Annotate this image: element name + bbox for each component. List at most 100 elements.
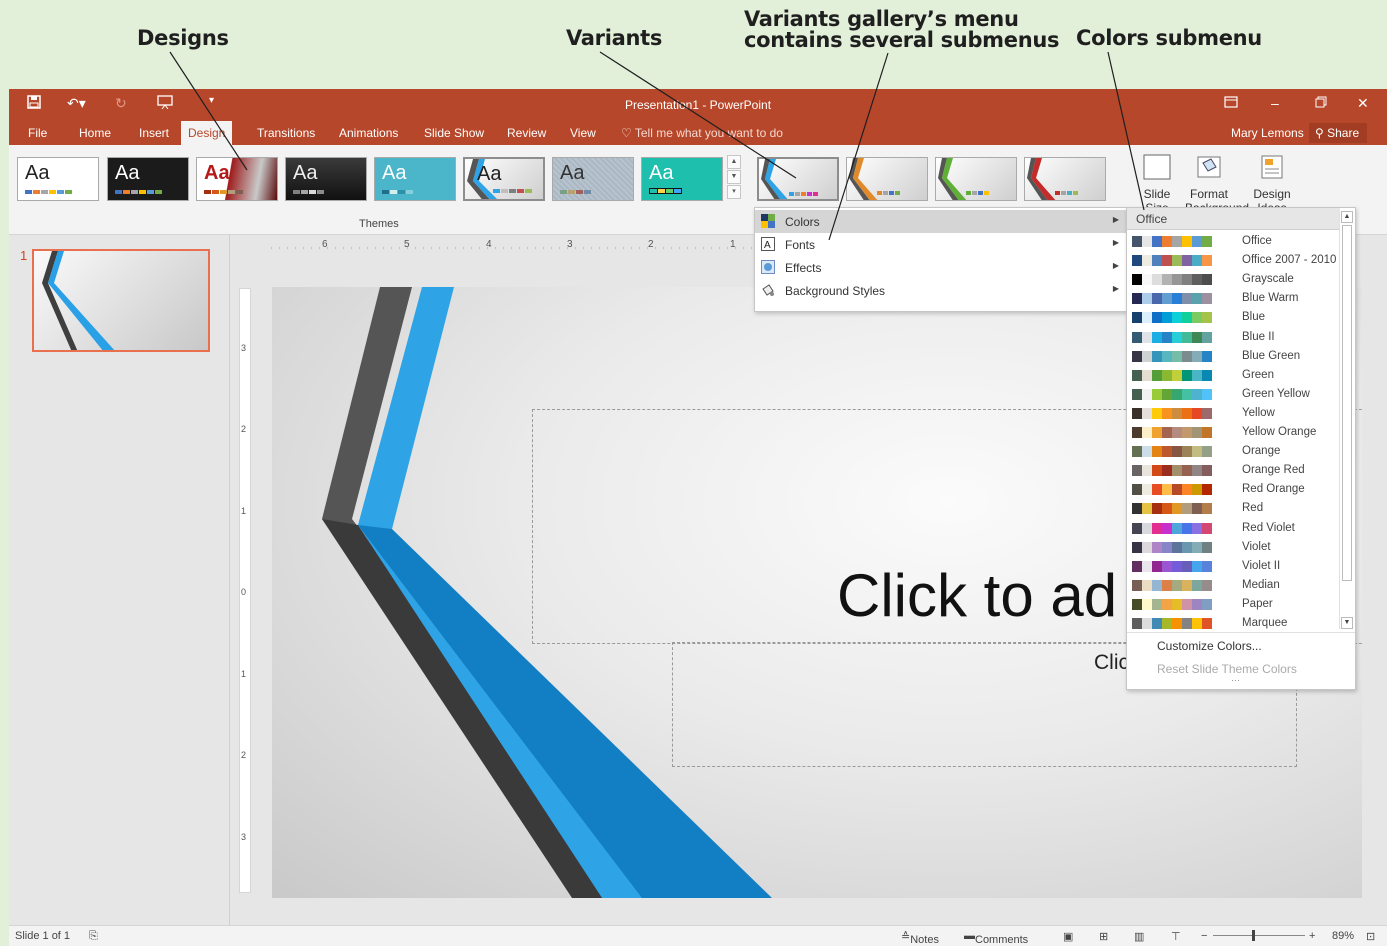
- fit-to-window-icon[interactable]: ⊡: [1366, 930, 1375, 943]
- theme-thumb-charcoal[interactable]: Aa: [285, 157, 367, 201]
- design-ideas-button[interactable]: Design Ideas: [1247, 153, 1297, 215]
- color-scheme-item[interactable]: Grayscale: [1132, 270, 1337, 289]
- color-swatch: [1142, 369, 1152, 381]
- tab-file[interactable]: File: [21, 121, 54, 145]
- color-scheme-item[interactable]: Blue Green: [1132, 347, 1337, 366]
- tab-design[interactable]: Design: [181, 121, 233, 145]
- zoom-slider[interactable]: [1213, 935, 1305, 936]
- user-name[interactable]: Mary Lemons: [1231, 121, 1304, 145]
- zoom-out-icon[interactable]: −: [1201, 930, 1207, 942]
- color-swatch: [1142, 236, 1152, 247]
- share-button[interactable]: ⚲ Share: [1309, 123, 1367, 143]
- themes-scroll-down-icon[interactable]: ▼: [727, 170, 741, 184]
- format-background-button[interactable]: Format Background: [1185, 153, 1249, 215]
- color-scheme-item[interactable]: Red: [1132, 499, 1337, 518]
- variant-thumb-3[interactable]: [935, 157, 1017, 201]
- slide-size-button[interactable]: Slide Size: [1141, 153, 1173, 215]
- theme-thumb-dark[interactable]: Aa: [107, 157, 189, 201]
- color-swatch: [1152, 598, 1162, 610]
- color-swatch: [1202, 541, 1212, 553]
- color-scheme-item[interactable]: Blue II: [1132, 328, 1337, 347]
- color-scheme-item[interactable]: Blue Warm: [1132, 289, 1337, 308]
- color-swatch-strip: [1132, 465, 1212, 477]
- color-scheme-item[interactable]: Violet II: [1132, 557, 1337, 576]
- color-swatch: [1182, 446, 1192, 458]
- color-swatch: [1192, 427, 1202, 438]
- color-swatch: [1162, 560, 1172, 572]
- tab-review[interactable]: Review: [500, 121, 553, 145]
- restore-icon[interactable]: [1315, 95, 1327, 111]
- color-scheme-item[interactable]: Office 2007 - 2010: [1132, 251, 1337, 270]
- ruler-number: 3: [241, 343, 247, 353]
- color-scheme-item[interactable]: Red Violet: [1132, 519, 1337, 538]
- color-scheme-item[interactable]: Red Orange: [1132, 480, 1337, 499]
- theme-thumb-turquoise[interactable]: Aa: [641, 157, 723, 201]
- tab-view[interactable]: View: [563, 121, 603, 145]
- themes-more-icon[interactable]: ▾: [727, 185, 741, 199]
- menu-item-effects[interactable]: Effects ▶: [755, 256, 1126, 279]
- ribbon-display-options-icon[interactable]: [1224, 95, 1238, 111]
- menu-item-label: Effects: [785, 261, 822, 275]
- scroll-up-icon[interactable]: ▲: [1341, 211, 1353, 223]
- theme-thumb-teal[interactable]: Aa: [374, 157, 456, 201]
- variant-thumb-4[interactable]: [1024, 157, 1106, 201]
- color-scheme-item[interactable]: Orange: [1132, 442, 1337, 461]
- slide-sorter-icon[interactable]: ⊞: [1099, 930, 1108, 943]
- color-swatch: [1172, 560, 1182, 572]
- color-scheme-item[interactable]: Green Yellow: [1132, 385, 1337, 404]
- color-swatch: [1172, 407, 1182, 419]
- comments-button[interactable]: ▬ Comments: [964, 930, 1028, 946]
- slideshow-view-icon[interactable]: ⊤: [1171, 930, 1181, 943]
- slide-thumbnail[interactable]: [32, 249, 210, 352]
- menu-item-fonts[interactable]: A Fonts ▶: [755, 233, 1126, 256]
- customize-colors-item[interactable]: Customize Colors...: [1157, 639, 1262, 653]
- color-scheme-item[interactable]: Green: [1132, 366, 1337, 385]
- color-scheme-name: Yellow: [1242, 406, 1275, 419]
- color-scheme-item[interactable]: Yellow Orange: [1132, 423, 1337, 442]
- color-scheme-item[interactable]: Marquee: [1132, 614, 1337, 633]
- color-swatch: [1162, 369, 1172, 381]
- color-scheme-item[interactable]: Median: [1132, 576, 1337, 595]
- resize-grip-icon[interactable]: ⋯: [1231, 675, 1240, 686]
- tab-slide-show[interactable]: Slide Show: [417, 121, 491, 145]
- color-scheme-item[interactable]: Yellow: [1132, 404, 1337, 423]
- scroll-down-icon[interactable]: ▼: [1341, 617, 1353, 629]
- theme-thumb-texture[interactable]: Aa: [552, 157, 634, 201]
- color-swatch: [1152, 331, 1162, 343]
- variant-thumb-2[interactable]: [846, 157, 928, 201]
- color-scheme-item[interactable]: Blue: [1132, 308, 1337, 327]
- color-swatch-strip: [1132, 579, 1212, 591]
- color-scheme-name: Blue: [1242, 311, 1266, 324]
- minimize-icon[interactable]: –: [1271, 95, 1279, 111]
- color-swatch: [1182, 274, 1192, 286]
- reading-view-icon[interactable]: ▥: [1134, 930, 1144, 943]
- notes-button[interactable]: ≙ Notes: [901, 930, 939, 946]
- colors-submenu-scrollbar[interactable]: ▲ ▼: [1339, 211, 1353, 629]
- tab-home[interactable]: Home: [72, 121, 118, 145]
- tab-transitions[interactable]: Transitions: [250, 121, 322, 145]
- color-scheme-item[interactable]: Violet: [1132, 538, 1337, 557]
- spelling-icon[interactable]: ⎘: [89, 930, 98, 943]
- close-icon[interactable]: ✕: [1357, 95, 1369, 112]
- menu-item-background-styles[interactable]: Background Styles ▶: [755, 279, 1126, 302]
- color-swatch: [1152, 407, 1162, 419]
- color-scheme-item[interactable]: Orange Red: [1132, 461, 1337, 480]
- tab-animations[interactable]: Animations: [332, 121, 405, 145]
- themes-scroll-up-icon[interactable]: ▲: [727, 155, 741, 169]
- color-swatch: [1132, 522, 1142, 534]
- color-scheme-item[interactable]: Office: [1132, 232, 1337, 251]
- theme-thumb-facet-selected[interactable]: Aa: [463, 157, 545, 201]
- theme-thumb-red[interactable]: Aa: [196, 157, 278, 201]
- menu-item-colors[interactable]: Colors ▶: [755, 210, 1126, 233]
- scroll-thumb[interactable]: [1342, 225, 1352, 581]
- color-swatch-strip: [1132, 618, 1212, 629]
- zoom-in-icon[interactable]: +: [1309, 930, 1315, 942]
- theme-thumb-office[interactable]: Aa: [17, 157, 99, 201]
- variant-thumb-1[interactable]: [757, 157, 839, 201]
- color-scheme-item[interactable]: Paper: [1132, 595, 1337, 614]
- zoom-slider-thumb[interactable]: [1252, 930, 1255, 941]
- zoom-level[interactable]: 89%: [1332, 930, 1354, 942]
- normal-view-icon[interactable]: ▣: [1063, 930, 1073, 943]
- tell-me-box[interactable]: ♡ Tell me what you want to do: [621, 121, 783, 145]
- tab-insert[interactable]: Insert: [132, 121, 176, 145]
